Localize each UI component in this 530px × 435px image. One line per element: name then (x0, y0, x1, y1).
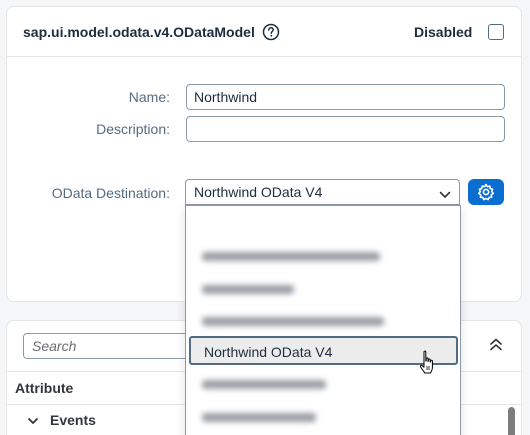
name-label: Name: (128, 89, 170, 105)
destination-settings-button[interactable] (468, 179, 504, 205)
attributes-scrollbar[interactable] (506, 405, 516, 435)
settings-gear-icon (477, 183, 495, 201)
events-label: Events (50, 412, 96, 428)
model-title: sap.ui.model.odata.v4.ODataModel (23, 24, 255, 40)
list-item[interactable] (202, 376, 326, 390)
chevron-down-icon[interactable] (439, 187, 451, 198)
column-header-attribute: Attribute (15, 380, 74, 396)
attribute-search-input[interactable]: Search (23, 333, 195, 359)
list-item[interactable] (202, 313, 384, 327)
list-item-selected[interactable]: Northwind OData V4 (189, 336, 458, 365)
destination-dropdown-list: Northwind OData V4 (185, 205, 461, 435)
help-icon[interactable] (262, 23, 280, 41)
app-window: sap.ui.model.odata.v4.ODataModel Disable… (0, 0, 530, 435)
odata-destination-label: OData Destination: (51, 185, 170, 201)
collapse-all-icon[interactable] (489, 337, 503, 353)
disabled-label: Disabled (414, 24, 473, 40)
list-item[interactable] (202, 409, 316, 423)
list-item[interactable] (202, 248, 380, 262)
scrollbar-thumb[interactable] (508, 407, 515, 435)
list-item[interactable] (202, 281, 294, 295)
name-input[interactable]: Northwind (186, 84, 505, 110)
description-label: Description: (96, 121, 170, 137)
card-header: sap.ui.model.odata.v4.ODataModel Disable… (7, 7, 521, 57)
disabled-checkbox[interactable] (488, 24, 504, 40)
selected-item-label: Northwind OData V4 (204, 344, 333, 360)
description-input[interactable] (186, 116, 505, 142)
chevron-down-icon[interactable] (27, 414, 39, 426)
odata-destination-value: Northwind OData V4 (194, 184, 323, 200)
hand-cursor-icon (419, 350, 437, 378)
odata-destination-select[interactable]: Northwind OData V4 (185, 179, 460, 205)
